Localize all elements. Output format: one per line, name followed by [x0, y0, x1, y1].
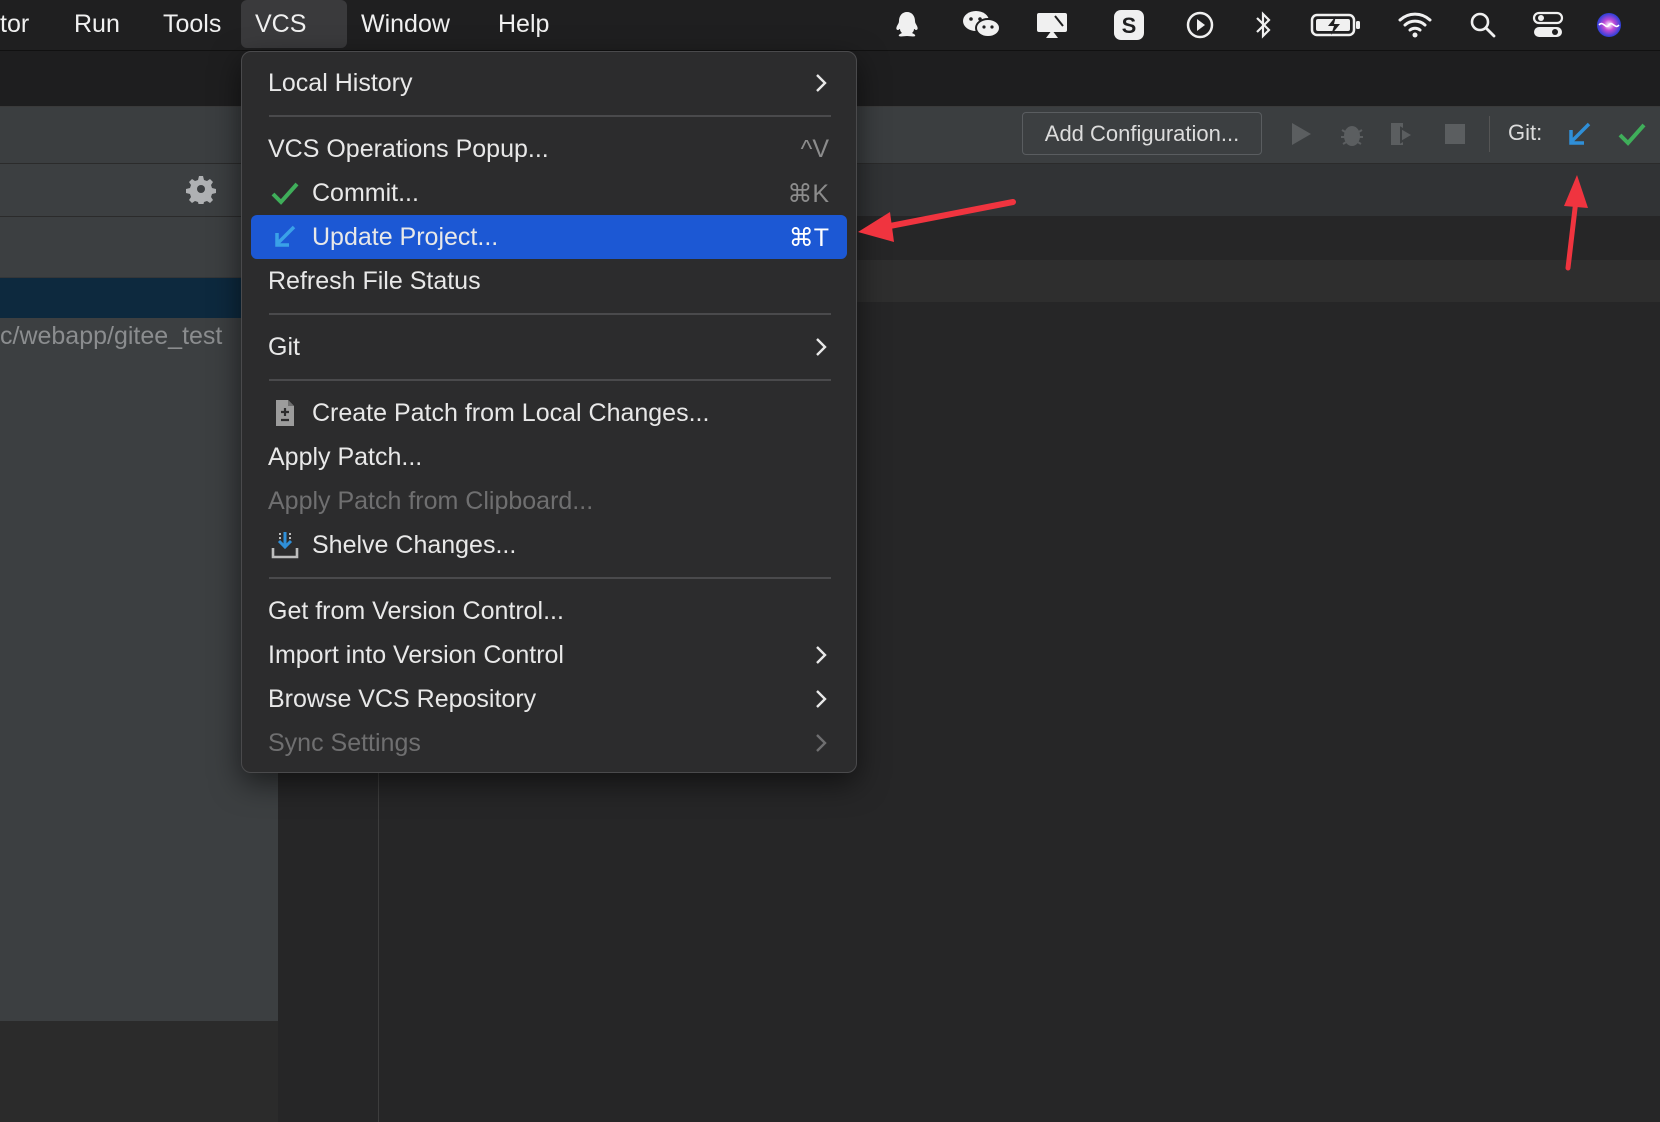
menu-item-label: Commit...: [312, 179, 419, 207]
run-icon[interactable]: [1285, 118, 1317, 150]
git-label: Git:: [1508, 120, 1543, 145]
chevron-right-icon: [816, 338, 827, 356]
menu-item-sync-settings: Sync Settings: [251, 721, 847, 765]
menu-item-refresh-file-status[interactable]: Refresh File Status: [251, 259, 847, 303]
project-panel-footer: [0, 1021, 278, 1122]
debug-icon[interactable]: [1336, 118, 1368, 150]
menu-run[interactable]: Run: [60, 0, 134, 48]
menu-item-label: Update Project...: [312, 223, 499, 251]
search-icon[interactable]: [1466, 10, 1500, 40]
coverage-icon[interactable]: [1386, 118, 1418, 150]
menu-item-label: Get from Version Control...: [268, 597, 564, 625]
menu-item-apply-patch[interactable]: Apply Patch...: [251, 435, 847, 479]
play-circle-icon[interactable]: [1183, 10, 1217, 40]
menu-item-get-from-vcs[interactable]: Get from Version Control...: [251, 589, 847, 633]
qq-icon[interactable]: [890, 10, 924, 40]
project-panel-row: [0, 217, 278, 278]
menu-item-shortcut: ⌘T: [788, 224, 829, 252]
annotation-arrow-icon: [858, 199, 1016, 242]
menu-separator: [269, 115, 831, 117]
vcs-menu-dropdown: Local History VCS Operations Popup... ^V…: [241, 51, 857, 773]
menu-item-import-into-vcs[interactable]: Import into Version Control: [251, 633, 847, 677]
menu-separator: [269, 313, 831, 315]
menu-item-label: Git: [268, 333, 300, 361]
project-panel-header: [0, 164, 278, 217]
menu-item-label: Apply Patch from Clipboard...: [268, 487, 594, 515]
sogou-icon[interactable]: S: [1112, 10, 1146, 40]
chevron-right-icon: [816, 646, 827, 664]
patch-file-icon: [270, 398, 300, 428]
stop-icon[interactable]: [1439, 118, 1471, 150]
menu-item-shortcut: ^V: [800, 135, 829, 163]
screen-share-icon[interactable]: [1035, 10, 1069, 40]
menu-item-commit[interactable]: Commit... ⌘K: [251, 171, 847, 215]
gear-icon[interactable]: [186, 174, 218, 206]
control-center-icon[interactable]: [1531, 10, 1565, 40]
menu-item-label: Import into Version Control: [268, 641, 564, 669]
menu-separator: [269, 379, 831, 381]
menu-item-git[interactable]: Git: [251, 325, 847, 369]
editor-gutter: [278, 716, 379, 1122]
menu-item-label: Sync Settings: [268, 729, 421, 757]
bluetooth-icon[interactable]: [1246, 10, 1280, 40]
menu-item-label: Refresh File Status: [268, 267, 481, 295]
svg-text:S: S: [1122, 13, 1137, 38]
git-update-icon[interactable]: [1563, 118, 1595, 150]
menu-window[interactable]: Window: [347, 0, 464, 48]
menu-item-label: VCS Operations Popup...: [268, 135, 549, 163]
chevron-right-icon: [816, 690, 827, 708]
shelve-icon: [270, 530, 300, 560]
menu-item-label: Local History: [268, 69, 413, 97]
selected-tree-row[interactable]: [0, 278, 245, 318]
menu-item-update-project[interactable]: Update Project... ⌘T: [251, 215, 847, 259]
wifi-icon[interactable]: [1398, 10, 1432, 40]
menu-item-shelve-changes[interactable]: Shelve Changes...: [251, 523, 847, 567]
menu-help[interactable]: Help: [484, 0, 563, 48]
menu-editor[interactable]: tor: [0, 0, 43, 48]
add-configuration-button[interactable]: Add Configuration...: [1022, 112, 1262, 155]
check-icon: [270, 178, 300, 208]
menu-bar: tor Run Tools VCS Window Help S: [0, 0, 1660, 51]
toolbar-separator: [1489, 116, 1490, 152]
update-arrow-icon: [270, 222, 300, 252]
menu-item-label: Shelve Changes...: [312, 531, 517, 559]
menu-vcs[interactable]: VCS: [241, 0, 347, 48]
editor-current-line: [857, 260, 1660, 302]
menu-item-shortcut: ⌘K: [787, 180, 829, 208]
siri-icon[interactable]: [1592, 10, 1626, 40]
battery-charging-icon[interactable]: [1310, 10, 1362, 40]
menu-item-label: Create Patch from Local Changes...: [312, 399, 710, 427]
menu-item-browse-vcs-repository[interactable]: Browse VCS Repository: [251, 677, 847, 721]
annotation-arrow-icon: [1564, 175, 1588, 271]
menu-tools[interactable]: Tools: [149, 0, 235, 48]
menu-item-apply-patch-clipboard: Apply Patch from Clipboard...: [251, 479, 847, 523]
menu-item-label: Browse VCS Repository: [268, 685, 537, 713]
menu-separator: [269, 577, 831, 579]
chevron-right-icon: [816, 74, 827, 92]
menu-item-vcs-operations-popup[interactable]: VCS Operations Popup... ^V: [251, 127, 847, 171]
menu-item-create-patch[interactable]: Create Patch from Local Changes...: [251, 391, 847, 435]
project-path-text: c/webapp/gitee_test: [0, 322, 223, 350]
chevron-right-icon: [816, 734, 827, 752]
menu-item-label: Apply Patch...: [268, 443, 423, 471]
git-commit-icon[interactable]: [1616, 118, 1648, 150]
menu-item-local-history[interactable]: Local History: [251, 61, 847, 105]
wechat-icon[interactable]: [960, 10, 1004, 40]
